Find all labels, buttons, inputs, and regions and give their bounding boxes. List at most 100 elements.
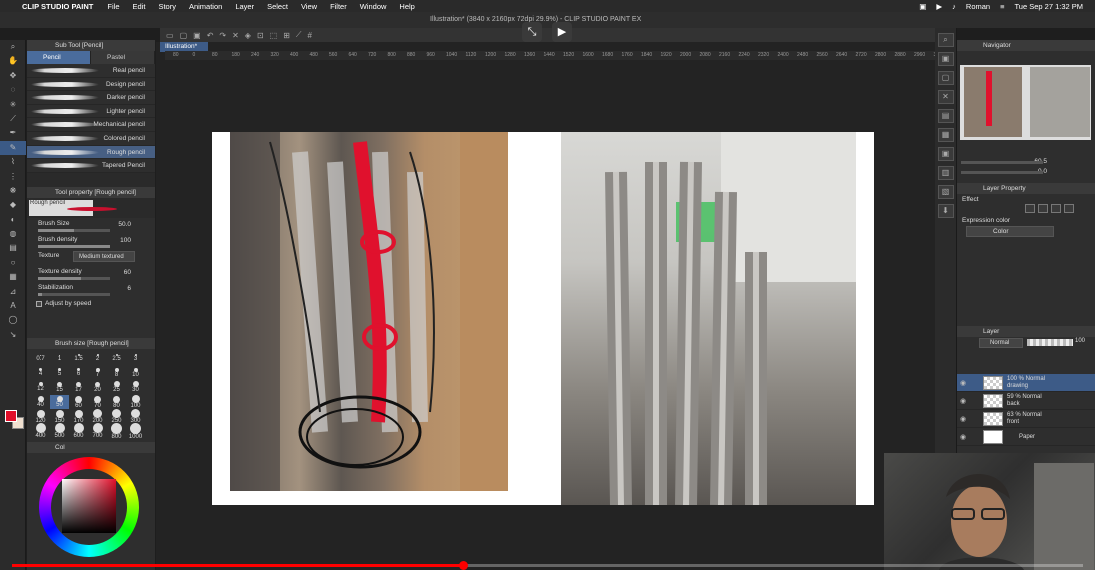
- redo-icon[interactable]: ↷: [219, 31, 226, 40]
- magic-wand-icon[interactable]: ✳: [0, 98, 26, 112]
- brush-size-option[interactable]: 170: [69, 409, 88, 424]
- brush-size-option[interactable]: 60: [69, 395, 88, 410]
- brush-size-option[interactable]: 1000: [126, 422, 145, 440]
- brush-size-option[interactable]: 1.5: [69, 351, 88, 366]
- effect-border-icon[interactable]: [1025, 204, 1035, 213]
- brush-size-option[interactable]: 0.7: [31, 351, 50, 366]
- brush-material-icon[interactable]: ▥: [937, 166, 954, 180]
- brush-size-value[interactable]: 50.0: [118, 221, 131, 228]
- fill-tool-icon[interactable]: ◍: [0, 227, 26, 241]
- menu-window[interactable]: Window: [360, 2, 387, 11]
- brush-size-option[interactable]: 700: [88, 423, 107, 439]
- brush-size-option[interactable]: 12: [31, 380, 50, 395]
- menu-story[interactable]: Story: [158, 2, 176, 11]
- brush-size-option[interactable]: 2.5: [107, 351, 126, 366]
- stabilization-slider[interactable]: [38, 292, 110, 296]
- layer-row[interactable]: ◉ Paper: [957, 428, 1095, 446]
- brush-size-option[interactable]: 3: [126, 351, 145, 366]
- menu-edit[interactable]: Edit: [133, 2, 146, 11]
- brush-item[interactable]: Tapered Pencil: [27, 159, 155, 173]
- frame-material-icon[interactable]: ▧: [937, 185, 954, 199]
- brush-size-option[interactable]: 800: [107, 422, 126, 440]
- expression-color-select[interactable]: Color: [966, 226, 1054, 237]
- stabilization-value[interactable]: 6: [127, 285, 131, 292]
- brush-item[interactable]: Lighter pencil: [27, 105, 155, 119]
- effect-mask-icon[interactable]: [1064, 204, 1074, 213]
- angle-slider[interactable]: [961, 171, 1043, 174]
- lasso-icon[interactable]: ◌: [0, 83, 26, 97]
- menu-filter[interactable]: Filter: [330, 2, 347, 11]
- visibility-eye-icon[interactable]: ◉: [960, 379, 966, 387]
- clear-icon[interactable]: ✕: [232, 31, 239, 40]
- save-icon[interactable]: ▣: [193, 31, 201, 40]
- brush-item[interactable]: Darker pencil: [27, 91, 155, 105]
- exit-fullscreen-icon[interactable]: ⤡: [522, 22, 542, 42]
- brush-density-slider[interactable]: [38, 244, 110, 248]
- brush-size-option[interactable]: 100: [126, 395, 145, 410]
- texture-density-row[interactable]: Texture density 60: [27, 266, 155, 282]
- brush-density-row[interactable]: Brush density 100: [27, 234, 155, 250]
- stabilization-row[interactable]: Stabilization 6: [27, 282, 155, 298]
- layer-row[interactable]: ◉ 100 % Normal drawing: [957, 374, 1095, 392]
- brush-size-option[interactable]: 600: [69, 423, 88, 439]
- download-icon[interactable]: ⬇: [937, 204, 954, 218]
- open-icon[interactable]: ▢: [180, 31, 188, 40]
- pencil-icon[interactable]: ✎: [0, 140, 26, 156]
- brush-size-option[interactable]: 40: [31, 395, 50, 410]
- decoration-icon[interactable]: ❋: [0, 184, 26, 198]
- brush-size-row[interactable]: Brush Size 50.0: [27, 218, 155, 234]
- brush-size-option[interactable]: 20: [88, 380, 107, 395]
- pen-icon[interactable]: ✒: [0, 126, 26, 140]
- brush-size-option[interactable]: 5: [50, 365, 69, 380]
- menu-layer[interactable]: Layer: [235, 2, 254, 11]
- brush-size-option[interactable]: 1: [50, 351, 69, 366]
- texture-row[interactable]: Texture Medium textured: [27, 250, 155, 266]
- brush-size-option[interactable]: 120: [31, 409, 50, 424]
- undo-icon[interactable]: ↶: [207, 31, 214, 40]
- brush-item[interactable]: Mechanical pencil: [27, 118, 155, 132]
- layer-row[interactable]: ◉ 59 % Normal back: [957, 392, 1095, 410]
- zoom-icon[interactable]: ⌕: [0, 40, 26, 54]
- effect-tone-icon[interactable]: [1038, 204, 1048, 213]
- brush-size-option[interactable]: 200: [88, 409, 107, 424]
- visibility-eye-icon[interactable]: ◉: [960, 433, 966, 441]
- effect-color-icon[interactable]: [1051, 204, 1061, 213]
- brush-size-option[interactable]: 250: [107, 409, 126, 424]
- menu-file[interactable]: File: [107, 2, 119, 11]
- video-progress-bar[interactable]: [12, 561, 1083, 570]
- visibility-eye-icon[interactable]: ◉: [960, 397, 966, 405]
- brush-icon[interactable]: ⌇: [0, 155, 26, 169]
- brush-size-option[interactable]: 50: [50, 394, 69, 410]
- move-icon[interactable]: ✥: [0, 69, 26, 83]
- sub-view-icon[interactable]: ▢: [937, 71, 954, 85]
- transform-icon[interactable]: ⊡: [257, 31, 264, 40]
- brush-size-option[interactable]: 2: [88, 351, 107, 366]
- brush-size-option[interactable]: 500: [50, 423, 69, 439]
- correct-line-icon[interactable]: ↘: [0, 328, 26, 342]
- screen-record-icon[interactable]: ▣: [919, 2, 926, 11]
- ruler-snap-icon[interactable]: ⟋: [296, 30, 302, 40]
- brush-size-option[interactable]: 70: [88, 395, 107, 410]
- brush-size-option[interactable]: 17: [69, 380, 88, 395]
- control-center-icon[interactable]: ≡: [1000, 2, 1004, 11]
- volume-icon[interactable]: ♪: [952, 2, 956, 11]
- brush-size-option[interactable]: 6: [69, 365, 88, 380]
- opacity-slider[interactable]: [1027, 339, 1073, 346]
- material-folder-icon[interactable]: ▦: [937, 128, 954, 142]
- deselect-icon[interactable]: ⬚: [270, 31, 278, 40]
- saturation-value-square[interactable]: [62, 479, 116, 534]
- grid-icon[interactable]: #: [308, 31, 312, 40]
- brush-size-slider[interactable]: [38, 228, 110, 232]
- color-tab[interactable]: Col: [55, 444, 65, 451]
- app-name[interactable]: CLIP STUDIO PAINT: [22, 2, 93, 11]
- brush-item[interactable]: Colored pencil: [27, 132, 155, 146]
- eraser-icon[interactable]: ◆: [0, 198, 26, 212]
- texture-select[interactable]: Medium textured: [73, 250, 135, 262]
- brush-size-option[interactable]: 10: [126, 365, 145, 380]
- material-icon[interactable]: ▣: [937, 52, 954, 66]
- brush-size-option[interactable]: 15: [50, 380, 69, 395]
- eyedropper-icon[interactable]: ⟋: [0, 112, 26, 126]
- texture-density-slider[interactable]: [38, 276, 110, 280]
- blend-icon[interactable]: ◐: [0, 213, 26, 227]
- brush-item[interactable]: Design pencil: [27, 78, 155, 92]
